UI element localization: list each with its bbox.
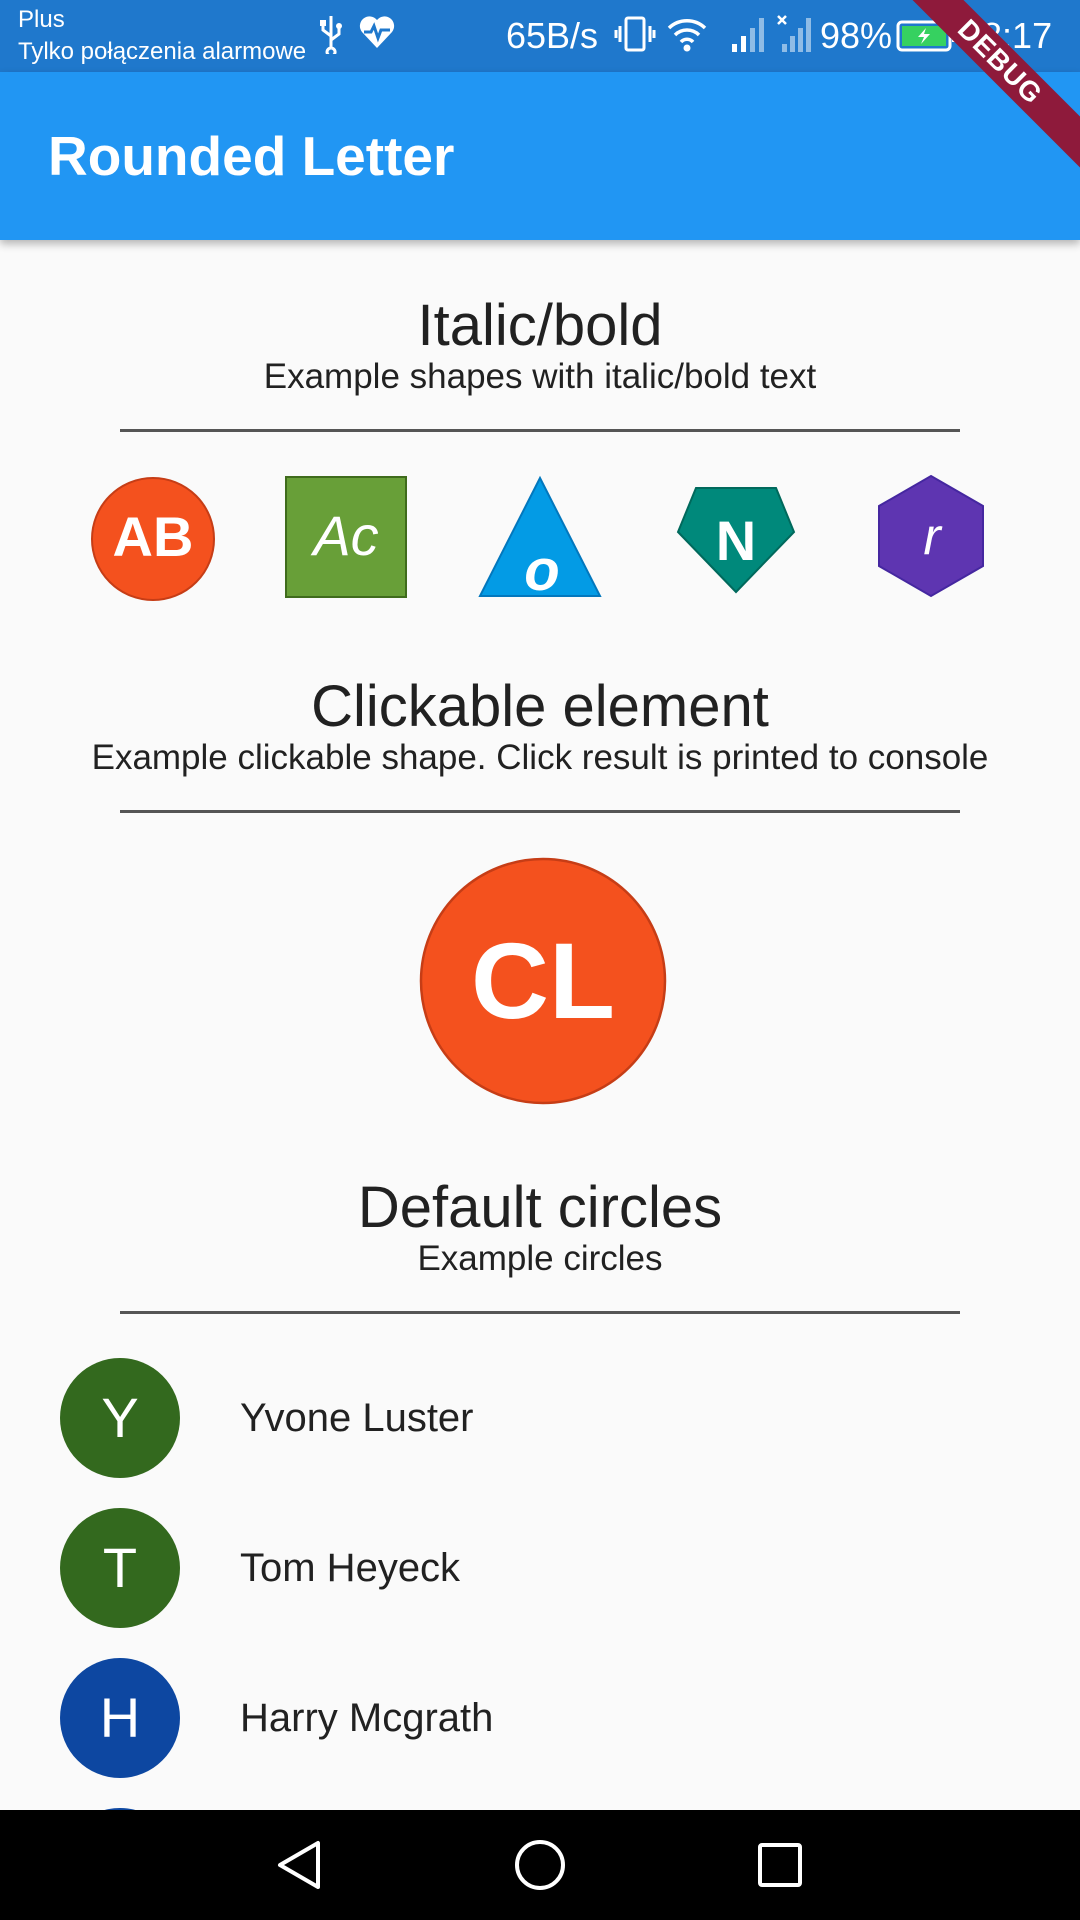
- wifi-icon: [666, 14, 708, 54]
- section-subtitle-clickable: Example clickable shape. Click result is…: [91, 738, 989, 777]
- clickable-circle-cl[interactable]: CL: [418, 856, 668, 1106]
- section-title-italic-bold: Italic/bold: [417, 293, 663, 358]
- list-item[interactable]: Y Yvone Luster: [0, 1358, 1080, 1508]
- signal-icon: [730, 14, 770, 54]
- usb-icon: [318, 14, 344, 54]
- shape-letter-r: r: [923, 508, 943, 566]
- avatar: T: [60, 1508, 180, 1628]
- pentagon-shape-n: N: [674, 484, 798, 596]
- square-shape-ac: Ac: [284, 475, 410, 601]
- avatar: H: [60, 1658, 180, 1778]
- clickable-letters-cl: CL: [471, 920, 615, 1041]
- section-divider: [120, 1311, 960, 1314]
- navigation-bar: [0, 1810, 1080, 1920]
- shape-letter-n: N: [716, 509, 756, 572]
- person-name: Tom Heyeck: [240, 1546, 461, 1590]
- health-icon: [358, 14, 396, 50]
- section-subtitle-default-circles: Example circles: [417, 1239, 663, 1278]
- list-item[interactable]: T Tom Heyeck: [0, 1508, 1080, 1658]
- triangle-shape-o: o: [478, 474, 604, 600]
- recents-icon[interactable]: [750, 1835, 810, 1895]
- shape-letter-o: o: [524, 538, 559, 600]
- app-title: Rounded Letter: [48, 125, 455, 187]
- content-scroll[interactable]: Italic/bold Example shapes with italic/b…: [0, 240, 1080, 1810]
- carrier-label: Plus: [18, 6, 65, 33]
- avatar: Y: [60, 1358, 180, 1478]
- battery-percentage: 98%: [820, 15, 893, 56]
- section-divider: [120, 429, 960, 432]
- shape-letter-ab: AB: [113, 505, 194, 568]
- vibrate-icon: [614, 14, 656, 54]
- circle-shape-ab: AB: [90, 476, 216, 602]
- back-icon[interactable]: [270, 1835, 330, 1895]
- network-speed: 65B/s: [506, 15, 599, 56]
- section-divider: [120, 810, 960, 813]
- person-name: Yvone Luster: [240, 1396, 474, 1440]
- section-title-clickable: Clickable element: [311, 674, 769, 739]
- status-bar: Plus Tylko połączenia alarmowe 65B/s 98%…: [0, 0, 1080, 72]
- hexagon-shape-r: r: [876, 474, 986, 598]
- person-name: Harry Mcgrath: [240, 1696, 494, 1740]
- app-bar: Rounded Letter: [0, 72, 1080, 240]
- signal-off-icon: [776, 14, 816, 54]
- list-item[interactable]: H Harry Mcgrath: [0, 1658, 1080, 1808]
- screen: Plus Tylko połączenia alarmowe 65B/s 98%…: [0, 0, 1080, 1920]
- emergency-calls-label: Tylko połączenia alarmowe: [18, 38, 307, 65]
- section-subtitle-italic-bold: Example shapes with italic/bold text: [263, 357, 817, 396]
- home-icon[interactable]: [510, 1835, 570, 1895]
- section-title-default-circles: Default circles: [357, 1175, 723, 1240]
- shape-letter-ac: Ac: [310, 504, 378, 567]
